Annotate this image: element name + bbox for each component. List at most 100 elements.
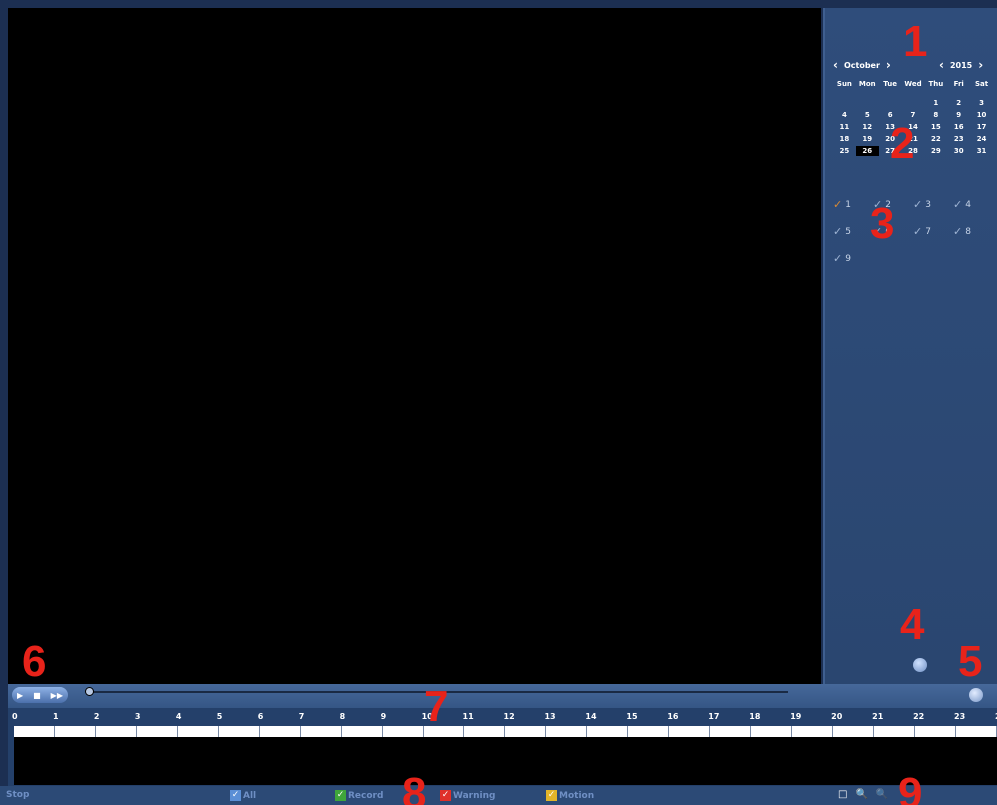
hour-cell[interactable]	[218, 726, 260, 737]
calendar-day[interactable]: 5	[856, 110, 879, 120]
calendar-day	[902, 98, 925, 108]
hour-cell[interactable]	[546, 726, 588, 737]
hour-cell[interactable]	[751, 726, 793, 737]
calendar-day[interactable]: 4	[833, 110, 856, 120]
hour-cell[interactable]	[792, 726, 834, 737]
hour-cell[interactable]	[587, 726, 629, 737]
filter-record[interactable]: ✓ Record	[335, 790, 383, 801]
hour-cell[interactable]	[833, 726, 875, 737]
hour-label: 5	[216, 712, 223, 721]
hour-cell[interactable]	[382, 726, 424, 737]
channel-label: 4	[965, 199, 971, 210]
calendar-day[interactable]: 23	[947, 134, 970, 144]
disk-icon[interactable]	[913, 658, 927, 672]
video-playback-area[interactable]	[8, 8, 821, 684]
channel-item-1[interactable]: ✓ 1	[833, 198, 873, 211]
playback-control-bar: ▶ ■ ▶▶	[8, 684, 997, 708]
calendar-day-selected[interactable]: 26	[855, 146, 879, 156]
zoom-in-icon[interactable]: 🔍	[855, 789, 867, 800]
hour-label: 21	[872, 712, 884, 721]
zoom-out-icon[interactable]: 🔍	[876, 789, 888, 800]
channel-label: 8	[965, 226, 971, 237]
sidebar: ‹ October › ‹ 2015 › Sun Mon Tue Wed Thu Fri S…	[823, 8, 997, 684]
filter-warning[interactable]: ✓ Warning	[440, 790, 495, 801]
calendar-day	[833, 98, 856, 108]
hour-cell[interactable]	[669, 726, 711, 737]
calendar-day[interactable]: 8	[924, 110, 947, 120]
hour-cell[interactable]	[136, 726, 178, 737]
calendar-day[interactable]: 19	[856, 134, 879, 144]
calendar-day[interactable]: 17	[970, 122, 993, 132]
prev-year-icon[interactable]: ‹	[939, 58, 944, 72]
hour-cell[interactable]	[95, 726, 137, 737]
calendar-week-row: 123	[833, 98, 993, 108]
play-icon[interactable]: ▶	[17, 691, 23, 700]
hour-label: 8	[339, 712, 346, 721]
annotation-marker-9: 9	[898, 769, 923, 805]
check-icon: ✓	[953, 198, 963, 211]
calendar-day[interactable]: 3	[970, 98, 993, 108]
channel-item-5[interactable]: ✓ 5	[833, 225, 873, 238]
hour-cell[interactable]	[628, 726, 670, 737]
hour-cell[interactable]	[300, 726, 342, 737]
fast-forward-icon[interactable]: ▶▶	[51, 691, 63, 700]
annotation-marker-1: 1	[903, 17, 928, 66]
calendar-day[interactable]: 25	[833, 146, 856, 156]
hour-label: 20	[831, 712, 843, 721]
next-month-icon[interactable]: ›	[886, 58, 891, 72]
calendar-day	[879, 98, 902, 108]
year-selector: ‹ 2015 ›	[939, 58, 983, 72]
annotation-marker-8: 8	[402, 769, 427, 805]
hour-label: 23	[954, 712, 966, 721]
channel-item-4[interactable]: ✓ 4	[953, 198, 993, 211]
calendar-day[interactable]: 9	[947, 110, 970, 120]
calendar-day[interactable]: 2	[947, 98, 970, 108]
seek-slider-handle[interactable]	[85, 687, 94, 696]
calendar-day[interactable]: 18	[833, 134, 856, 144]
hour-cell[interactable]	[14, 726, 55, 737]
fullscreen-icon[interactable]: □	[838, 789, 847, 800]
calendar-day[interactable]: 12	[856, 122, 879, 132]
hour-cell[interactable]	[464, 726, 506, 737]
record-timeline-track[interactable]	[14, 737, 997, 785]
check-icon: ✓	[913, 198, 923, 211]
stop-icon[interactable]: ■	[33, 691, 41, 700]
hour-cell[interactable]	[505, 726, 547, 737]
channel-label: 1	[845, 199, 851, 210]
hour-cell[interactable]	[54, 726, 96, 737]
year-label: 2015	[949, 60, 973, 70]
hour-cell[interactable]	[710, 726, 752, 737]
calendar-day[interactable]: 10	[970, 110, 993, 120]
checkbox-all-icon: ✓	[230, 790, 241, 801]
calendar-day[interactable]: 29	[924, 146, 947, 156]
checkbox-warning-icon: ✓	[440, 790, 451, 801]
calendar-day[interactable]: 1	[924, 98, 947, 108]
check-icon: ✓	[833, 198, 843, 211]
hour-cell[interactable]	[914, 726, 956, 737]
next-year-icon[interactable]: ›	[978, 58, 983, 72]
calendar-day[interactable]: 22	[924, 134, 947, 144]
calendar-day[interactable]: 16	[947, 122, 970, 132]
calendar-day[interactable]: 11	[833, 122, 856, 132]
channel-item-8[interactable]: ✓ 8	[953, 225, 993, 238]
hour-cell[interactable]	[341, 726, 383, 737]
calendar-day[interactable]: 15	[924, 122, 947, 132]
check-icon: ✓	[913, 225, 923, 238]
calendar-day[interactable]: 30	[947, 146, 970, 156]
hour-cell[interactable]	[874, 726, 915, 737]
calendar-day[interactable]: 31	[970, 146, 993, 156]
hour-scale-strip[interactable]	[14, 726, 997, 737]
hour-label: 2	[93, 712, 100, 721]
hour-cell[interactable]	[955, 726, 997, 737]
calendar-day[interactable]: 24	[970, 134, 993, 144]
channel-item-3[interactable]: ✓ 3	[913, 198, 953, 211]
channel-item-7[interactable]: ✓ 7	[913, 225, 953, 238]
filter-all[interactable]: ✓ All	[230, 790, 256, 801]
hour-cell[interactable]	[177, 726, 219, 737]
filter-motion[interactable]: ✓ Motion	[546, 790, 594, 801]
volume-icon[interactable]	[969, 688, 983, 702]
annotation-marker-4: 4	[900, 600, 925, 649]
prev-month-icon[interactable]: ‹	[833, 58, 838, 72]
channel-item-9[interactable]: ✓ 9	[833, 252, 873, 265]
hour-cell[interactable]	[259, 726, 301, 737]
